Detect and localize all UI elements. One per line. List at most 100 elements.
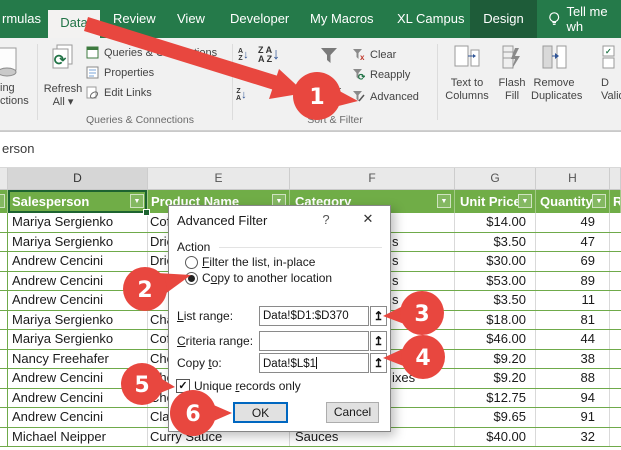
advanced-filter-button[interactable]: Advanced <box>352 90 419 103</box>
tab-review[interactable]: Review <box>113 0 156 38</box>
properties-button[interactable]: Properties <box>86 66 154 79</box>
copy-to-input[interactable]: Data!$L$1 <box>259 353 369 373</box>
column-letter-partial-right[interactable] <box>610 168 621 189</box>
cell-salesperson[interactable]: Mariya Sergienko <box>8 310 148 329</box>
column-letter-e[interactable]: E <box>148 168 290 189</box>
ok-button[interactable]: OK <box>233 402 288 423</box>
cell-empty[interactable] <box>610 389 621 408</box>
tab-data[interactable]: Data <box>48 10 100 38</box>
edit-links-button[interactable]: Edit Links <box>86 86 152 99</box>
cell-quantity[interactable]: 32 <box>536 427 610 446</box>
filter-button[interactable]: Filter <box>308 46 350 98</box>
filter-dropdown-icon[interactable]: ▼ <box>592 194 606 208</box>
cell-empty[interactable] <box>0 291 8 310</box>
cell-unit-price[interactable]: $46.00 <box>455 330 536 349</box>
unique-records-label[interactable]: Unique records only <box>194 379 301 393</box>
cell-empty[interactable] <box>0 213 8 232</box>
tab-view[interactable]: View <box>177 0 205 38</box>
cell-salesperson[interactable]: Andrew Cencini <box>8 369 148 388</box>
refresh-all-button[interactable]: ⟳ Refresh All ▾ <box>40 44 86 109</box>
formula-bar[interactable]: erson <box>0 131 621 168</box>
cell-empty[interactable] <box>0 252 8 271</box>
tell-me-box[interactable]: Tell me wh <box>548 0 621 38</box>
selection-fill-handle[interactable] <box>143 209 150 216</box>
cell-salesperson[interactable]: Andrew Cencini <box>8 388 148 407</box>
tab-developer[interactable]: Developer <box>230 0 289 38</box>
cell-quantity[interactable]: 94 <box>536 388 610 407</box>
queries-connections-button[interactable]: Queries & Connections <box>86 46 217 59</box>
list-range-input[interactable]: Data!$D1:$D370 <box>259 306 369 326</box>
cell-quantity[interactable]: 91 <box>536 408 610 427</box>
filter-dropdown-icon[interactable]: ▼ <box>437 194 451 208</box>
sort-button[interactable]: Z AA Z ↓ <box>258 46 280 64</box>
cell-unit-price[interactable]: $40.00 <box>455 427 536 446</box>
unique-records-checkbox[interactable]: ✓ <box>176 379 190 393</box>
cell-empty[interactable] <box>610 272 621 291</box>
radio-copy-to-location-label[interactable]: Copy to another location <box>202 271 332 285</box>
collapse-dialog-icon[interactable]: ↥ <box>370 331 387 351</box>
reapply-filter-button[interactable]: ⟳ Reapply <box>352 68 410 81</box>
cell-quantity[interactable]: 47 <box>536 232 610 251</box>
cell-empty[interactable] <box>610 408 621 427</box>
cell-quantity[interactable]: 11 <box>536 291 610 310</box>
cell-empty[interactable] <box>0 330 8 349</box>
existing-connections-label-partial[interactable]: ing <box>0 82 15 94</box>
cell-salesperson[interactable]: Andrew Cencini <box>8 408 148 427</box>
data-validation-button[interactable]: ✓ D Valid. <box>601 44 621 103</box>
cell-unit-price[interactable]: $53.00 <box>455 271 536 290</box>
criteria-range-input[interactable] <box>259 331 369 351</box>
cell-salesperson[interactable]: Mariya Sergienko <box>8 213 148 232</box>
cell-unit-price[interactable]: $3.50 <box>455 232 536 251</box>
cell-empty[interactable] <box>610 291 621 310</box>
filter-dropdown-icon[interactable]: ▼ <box>130 194 144 208</box>
cell-unit-price[interactable]: $12.75 <box>455 388 536 407</box>
cell-unit-price[interactable]: $3.50 <box>455 291 536 310</box>
filter-dropdown-icon[interactable]: ▼ <box>518 194 532 208</box>
cancel-button[interactable]: Cancel <box>326 402 379 423</box>
cell-empty[interactable] <box>610 350 621 369</box>
sort-za-button[interactable]: Z A ↓ <box>236 88 247 102</box>
header-cell-partial-right[interactable]: R <box>610 190 621 213</box>
clear-filter-button[interactable]: x Clear <box>352 48 396 61</box>
header-cell-partial[interactable]: ▼ <box>0 190 8 213</box>
column-letter-partial[interactable] <box>0 168 8 189</box>
cell-quantity[interactable]: 69 <box>536 252 610 271</box>
column-letter-h[interactable]: H <box>536 168 610 189</box>
cell-quantity[interactable]: 89 <box>536 271 610 290</box>
dialog-close-icon[interactable]: ✕ <box>357 211 379 227</box>
cell-empty[interactable] <box>0 408 8 427</box>
cell-quantity[interactable]: 38 <box>536 349 610 368</box>
cell-empty[interactable] <box>610 213 621 232</box>
cell-unit-price[interactable]: $9.20 <box>455 369 536 388</box>
cell-empty[interactable] <box>0 349 8 368</box>
tab-my-macros[interactable]: My Macros <box>310 0 374 38</box>
collapse-dialog-icon[interactable]: ↥ <box>370 353 387 373</box>
cell-unit-price[interactable]: $9.20 <box>455 349 536 368</box>
collapse-dialog-icon[interactable]: ↥ <box>370 306 387 326</box>
cell-salesperson[interactable]: Mariya Sergienko <box>8 330 148 349</box>
flash-fill-button[interactable]: Flash Fill <box>494 44 530 103</box>
remove-duplicates-button[interactable]: Remove Duplicates <box>531 44 582 103</box>
cell-unit-price[interactable]: $18.00 <box>455 310 536 329</box>
cell-quantity[interactable]: 81 <box>536 310 610 329</box>
cell-quantity[interactable]: 88 <box>536 369 610 388</box>
cell-empty[interactable] <box>610 369 621 388</box>
cell-unit-price[interactable]: $9.65 <box>455 408 536 427</box>
cell-empty[interactable] <box>610 252 621 271</box>
tab-formulas-partial[interactable]: rmulas <box>2 0 41 38</box>
radio-copy-to-location[interactable] <box>185 272 198 285</box>
filter-dropdown-icon[interactable]: ▼ <box>0 194 5 208</box>
cell-empty[interactable] <box>0 427 8 446</box>
radio-filter-in-place[interactable] <box>185 256 198 269</box>
header-cell-unit-price[interactable]: Unit Price ▼ <box>455 190 536 213</box>
cell-salesperson[interactable]: Nancy Freehafer <box>8 349 148 368</box>
tab-design[interactable]: Design <box>470 0 537 38</box>
cell-salesperson[interactable]: Mariya Sergienko <box>8 232 148 251</box>
cell-empty[interactable] <box>610 233 621 252</box>
cell-quantity[interactable]: 49 <box>536 213 610 232</box>
cell-unit-price[interactable]: $30.00 <box>455 252 536 271</box>
cell-empty[interactable] <box>610 330 621 349</box>
cell-empty[interactable] <box>0 369 8 388</box>
cell-empty[interactable] <box>610 428 621 447</box>
column-letter-f[interactable]: F <box>290 168 455 189</box>
